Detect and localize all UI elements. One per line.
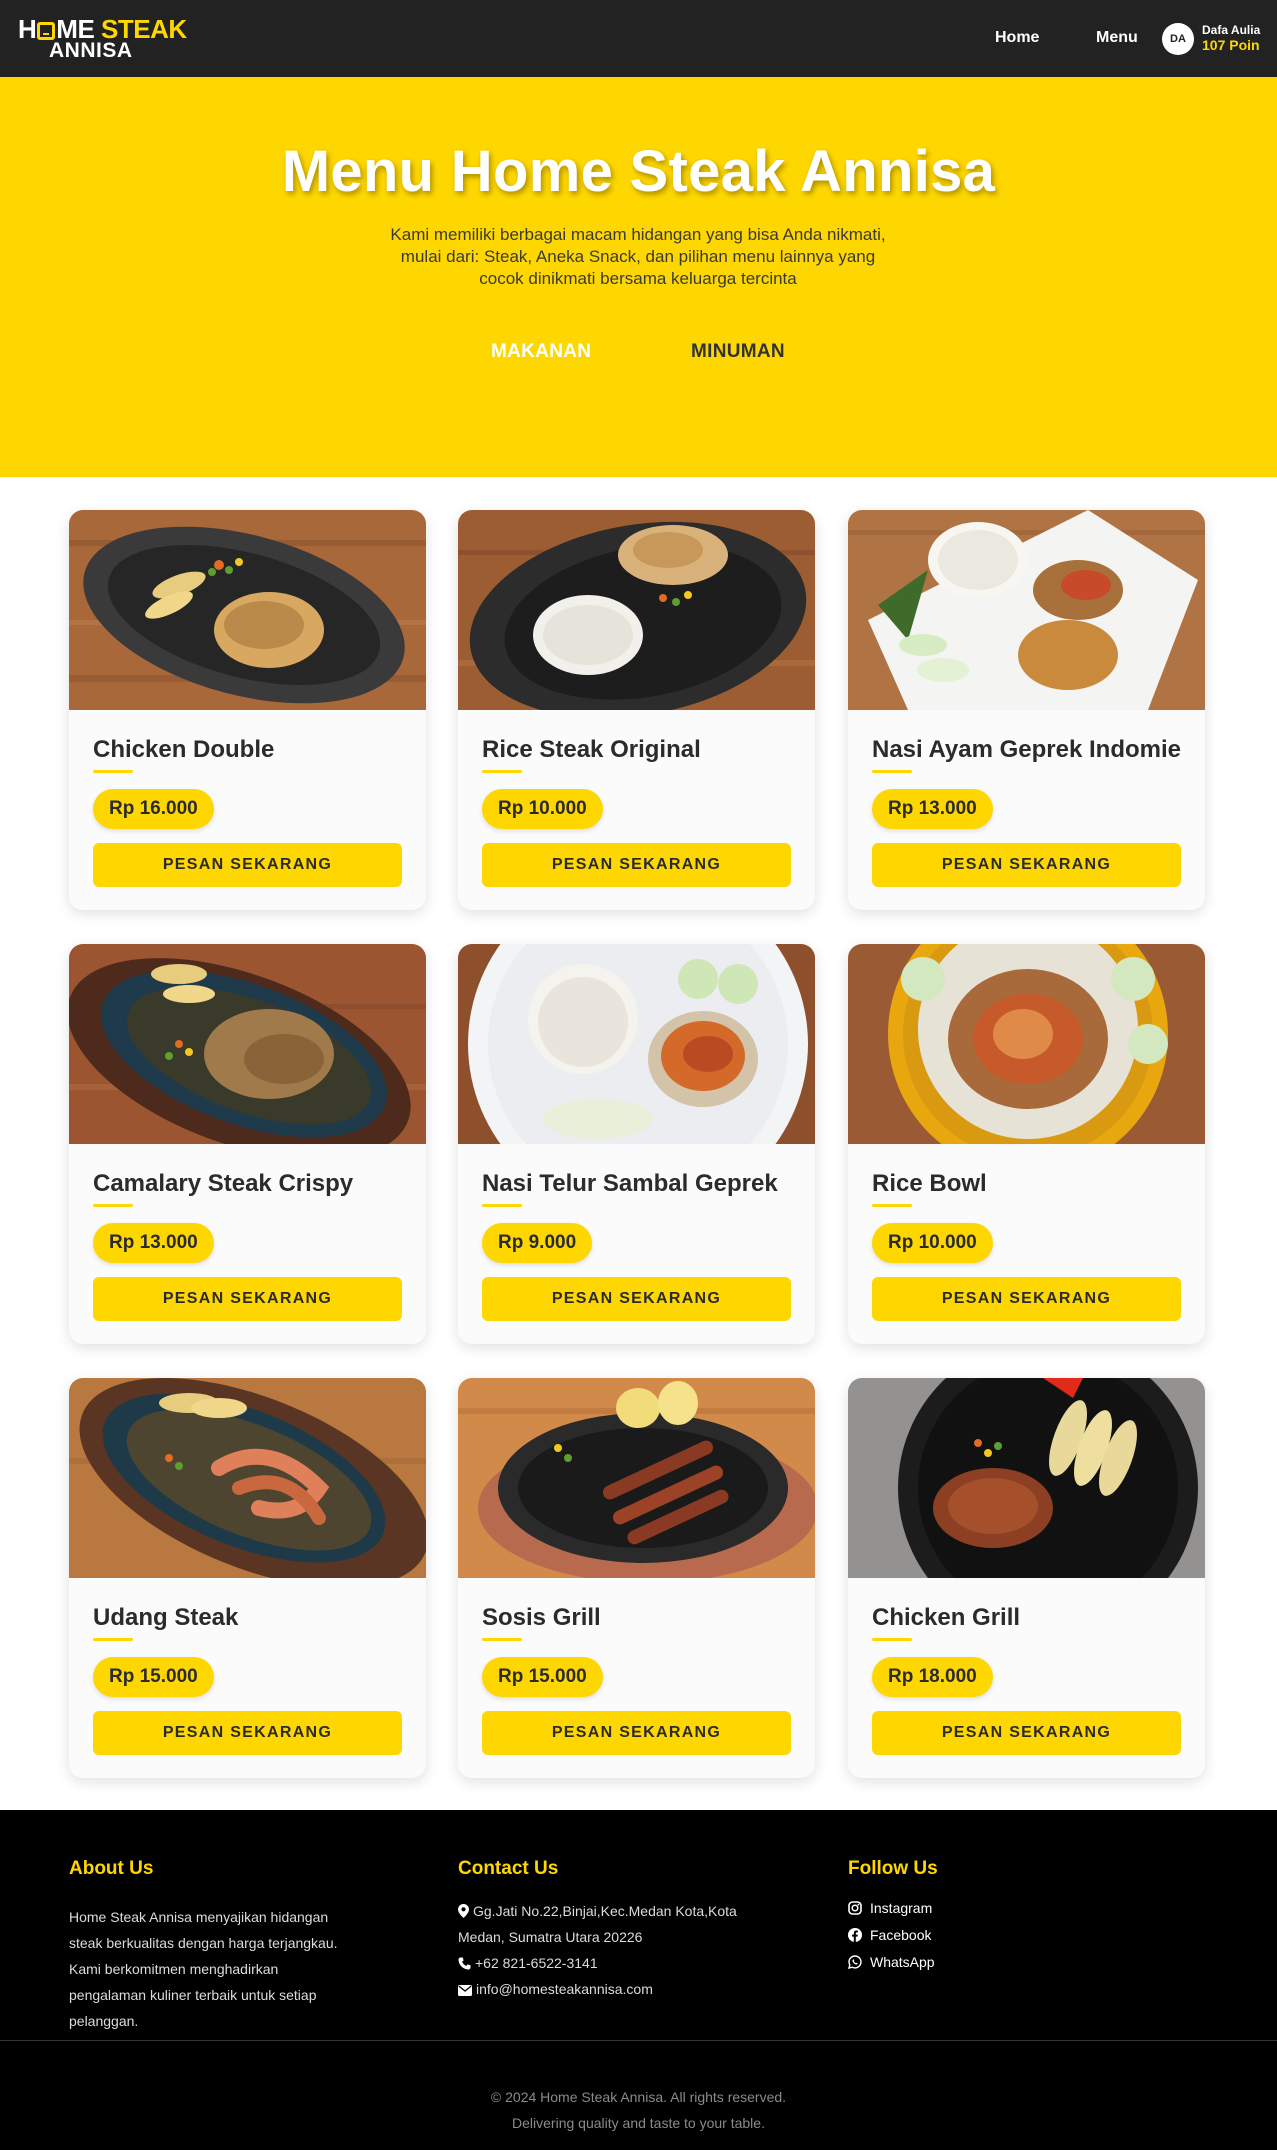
order-button[interactable]: PESAN SEKARANG (482, 1277, 791, 1321)
item-name: Sosis Grill (482, 1604, 601, 1631)
hero-description: Kami memiliki berbagai macam hidangan ya… (390, 225, 886, 288)
price-badge: Rp 15.000 (482, 1657, 603, 1697)
title-underline (872, 770, 912, 773)
item-name: Rice Steak Original (482, 736, 701, 763)
footer-about: About Us Home Steak Annisa menyajikan hi… (69, 1858, 338, 2029)
food-image (69, 510, 426, 710)
item-name: Camalary Steak Crispy (93, 1170, 354, 1197)
menu-card: Nasi Ayam Geprek Indomie Rp 13.000 PESAN… (848, 510, 1205, 910)
item-name: Nasi Ayam Geprek Indomie (872, 736, 1181, 763)
food-image (69, 1378, 426, 1578)
price-badge: Rp 15.000 (93, 1657, 214, 1697)
order-button[interactable]: PESAN SEKARANG (872, 843, 1181, 887)
copyright: © 2024 Home Steak Annisa. All rights res… (490, 2089, 787, 2131)
user-name: Dafa Aulia (1202, 23, 1261, 37)
order-button[interactable]: PESAN SEKARANG (93, 843, 402, 887)
price-badge: Rp 10.000 (872, 1223, 993, 1263)
contact-email[interactable]: info@homesteakannisa.com (458, 1976, 758, 2002)
menu-card: Chicken Grill Rp 18.000 PESAN SEKARANG (848, 1378, 1205, 1778)
user-info: Dafa Aulia 107 Poin (1202, 23, 1260, 54)
footer-heading-follow: Follow Us (848, 1858, 938, 1879)
footer-contact: Contact Us Gg.Jati No.22,Binjai,Kec.Meda… (458, 1858, 737, 1997)
title-underline (93, 1638, 133, 1641)
order-button[interactable]: PESAN SEKARANG (872, 1711, 1181, 1755)
order-button[interactable]: PESAN SEKARANG (93, 1277, 402, 1321)
social-facebook-link[interactable]: Facebook (848, 1921, 1048, 1948)
user-points: 107 Poin (1202, 37, 1260, 54)
food-image (848, 510, 1205, 710)
price-badge: Rp 13.000 (93, 1223, 214, 1263)
footer-divider (0, 2040, 1277, 2041)
footer: About Us Home Steak Annisa menyajikan hi… (0, 1810, 1277, 2150)
social-whatsapp-link[interactable]: WhatsApp (848, 1948, 1048, 1975)
menu-card: Nasi Telur Sambal Geprek Rp 9.000 PESAN … (458, 944, 815, 1344)
food-image (848, 1378, 1205, 1578)
food-image (458, 1378, 815, 1578)
title-underline (482, 1204, 522, 1207)
price-badge: Rp 16.000 (93, 789, 214, 829)
title-underline (93, 1204, 133, 1207)
item-name: Chicken Grill (872, 1604, 1021, 1631)
item-name: Chicken Double (93, 736, 275, 763)
footer-heading-contact: Contact Us (458, 1858, 559, 1879)
food-image (69, 944, 426, 1144)
footer-follow: Follow Us Instagram Facebook WhatsApp (848, 1858, 938, 1970)
item-name: Nasi Telur Sambal Geprek (482, 1170, 778, 1197)
menu-card: Sosis Grill Rp 15.000 PESAN SEKARANG (458, 1378, 815, 1778)
title-underline (482, 1638, 522, 1641)
whatsapp-icon (848, 1954, 862, 1969)
title-underline (872, 1638, 912, 1641)
menu-card: Rice Steak Original Rp 10.000 PESAN SEKA… (458, 510, 815, 910)
menu-card: Chicken Double Rp 16.000 PESAN SEKARANG (69, 510, 426, 910)
envelope-icon (458, 1985, 472, 1996)
navbar: H ME STEAK ANNISA Home Menu DA Dafa Aulia… (0, 0, 1277, 77)
food-image (458, 944, 815, 1144)
order-button[interactable]: PESAN SEKARANG (872, 1277, 1181, 1321)
logo[interactable]: H ME STEAK ANNISA (18, 16, 187, 61)
item-name: Udang Steak (93, 1604, 239, 1631)
hero-section: Menu Home Steak Annisa Kami memiliki ber… (0, 77, 1277, 477)
title-underline (482, 770, 522, 773)
facebook-icon (848, 1927, 862, 1942)
page-title: Menu Home Steak Annisa (281, 139, 996, 204)
nav-menu-link[interactable]: Menu (1096, 29, 1138, 47)
price-badge: Rp 10.000 (482, 789, 603, 829)
menu-card: Rice Bowl Rp 10.000 PESAN SEKARANG (848, 944, 1205, 1344)
title-underline (93, 770, 133, 773)
food-image (848, 944, 1205, 1144)
map-marker-icon (458, 1904, 469, 1918)
social-list: Instagram Facebook WhatsApp (848, 1894, 1048, 1975)
price-badge: Rp 9.000 (482, 1223, 593, 1263)
price-badge: Rp 13.000 (872, 789, 993, 829)
item-name: Rice Bowl (872, 1170, 987, 1197)
contact-address: Gg.Jati No.22,Binjai,Kec.Medan Kota,Kota (458, 1898, 758, 1924)
social-instagram-link[interactable]: Instagram (848, 1894, 1048, 1921)
price-badge: Rp 18.000 (872, 1657, 993, 1697)
menu-card: Udang Steak Rp 15.000 PESAN SEKARANG (69, 1378, 426, 1778)
avatar[interactable]: DA (1162, 23, 1194, 55)
footer-heading-about: About Us (69, 1858, 154, 1879)
tab-makanan[interactable]: MAKANAN (491, 341, 591, 363)
order-button[interactable]: PESAN SEKARANG (482, 1711, 791, 1755)
title-underline (872, 1204, 912, 1207)
footer-about-text: Home Steak Annisa menyajikan hidangan st… (69, 1909, 338, 2029)
phone-icon (458, 1957, 471, 1970)
order-button[interactable]: PESAN SEKARANG (93, 1711, 402, 1755)
logo-o-icon (37, 22, 56, 40)
tab-minuman[interactable]: MINUMAN (691, 341, 785, 363)
menu-card: Camalary Steak Crispy Rp 13.000 PESAN SE… (69, 944, 426, 1344)
instagram-icon (848, 1900, 862, 1915)
nav-home-link[interactable]: Home (995, 29, 1039, 47)
contact-phone[interactable]: +62 821-6522-3141 (458, 1950, 758, 1976)
food-image (458, 510, 815, 710)
order-button[interactable]: PESAN SEKARANG (482, 843, 791, 887)
